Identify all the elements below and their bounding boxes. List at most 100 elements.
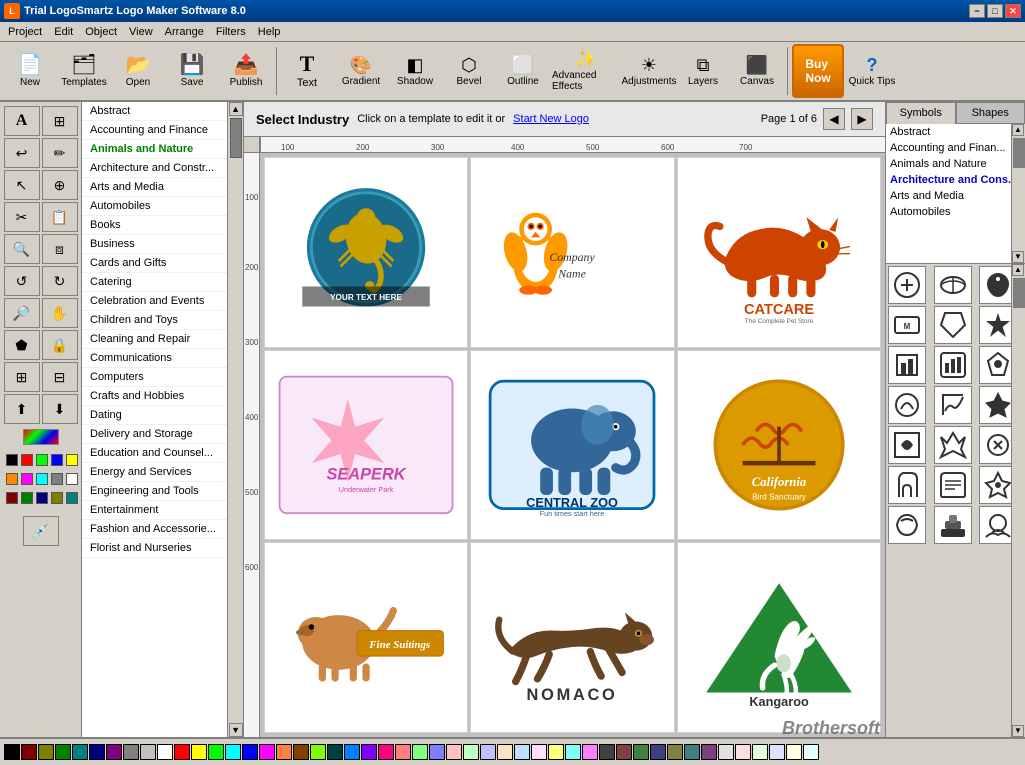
new-button[interactable]: 📄 New: [4, 44, 56, 98]
category-scrollbar[interactable]: ▲ ▼: [227, 102, 243, 737]
color-swatch[interactable]: [242, 744, 258, 760]
color-swatch[interactable]: [429, 744, 445, 760]
cat-fashion[interactable]: Fashion and Accessorie...: [82, 520, 227, 539]
paint-bucket-tool[interactable]: [4, 428, 78, 446]
logo-cell-1[interactable]: YOUR TEXT HERE: [264, 157, 468, 348]
scroll-down-btn[interactable]: ▼: [229, 723, 243, 737]
lock-tool[interactable]: 🔒: [42, 330, 78, 360]
mini-color-palette[interactable]: [4, 452, 78, 512]
minimize-btn[interactable]: −: [969, 4, 985, 18]
color-swatch[interactable]: [344, 744, 360, 760]
color-swatch[interactable]: [769, 744, 785, 760]
menu-help[interactable]: Help: [252, 24, 287, 40]
cat-catering[interactable]: Catering: [82, 273, 227, 292]
maximize-btn[interactable]: □: [987, 4, 1003, 18]
advanced-effects-button[interactable]: ✨ Advanced Effects: [551, 44, 621, 98]
color-swatch[interactable]: [4, 744, 20, 760]
cat-celebration[interactable]: Celebration and Events: [82, 292, 227, 311]
cat-energy[interactable]: Energy and Services: [82, 463, 227, 482]
zoom-in-tool[interactable]: 🔍: [4, 234, 40, 264]
right-cat-automobiles[interactable]: Automobiles: [886, 204, 1025, 220]
color-swatch[interactable]: [633, 744, 649, 760]
color-swatch[interactable]: [463, 744, 479, 760]
symbols-tab[interactable]: Symbols: [886, 102, 956, 124]
menu-edit[interactable]: Edit: [48, 24, 79, 40]
scroll-up-btn[interactable]: ▲: [229, 102, 243, 116]
logo-cell-8[interactable]: NOMACO: [470, 542, 674, 733]
color-swatch[interactable]: [599, 744, 615, 760]
cat-entertainment[interactable]: Entertainment: [82, 501, 227, 520]
color-swatch[interactable]: [803, 744, 819, 760]
logo-cell-6[interactable]: California Bird Sanctuary: [677, 350, 881, 541]
color-swatch[interactable]: [174, 744, 190, 760]
flip-tool[interactable]: ↻: [42, 266, 78, 296]
cat-automobiles[interactable]: Automobiles: [82, 197, 227, 216]
save-button[interactable]: 💾 Save: [166, 44, 218, 98]
cat-animals[interactable]: Animals and Nature: [82, 140, 227, 159]
sym-cell-19[interactable]: [888, 506, 926, 544]
copy-tool[interactable]: ⊕: [42, 170, 78, 200]
open-button[interactable]: 📂 Open: [112, 44, 164, 98]
sym-cell-13[interactable]: [888, 426, 926, 464]
color-swatch[interactable]: [259, 744, 275, 760]
sym-cell-17[interactable]: [934, 466, 972, 504]
color-swatch[interactable]: [667, 744, 683, 760]
color-swatch[interactable]: [480, 744, 496, 760]
cat-dating[interactable]: Dating: [82, 406, 227, 425]
move-up-tool[interactable]: ⬆: [4, 394, 40, 424]
sym-cell-1[interactable]: [888, 266, 926, 304]
outline-button[interactable]: ⬜ Outline: [497, 44, 549, 98]
color-swatch[interactable]: [650, 744, 666, 760]
right-cat-arts[interactable]: Arts and Media: [886, 188, 1025, 204]
color-swatch[interactable]: [123, 744, 139, 760]
color-swatch[interactable]: [140, 744, 156, 760]
zoom-out-tool[interactable]: 🔎: [4, 298, 40, 328]
move-down-tool[interactable]: ⬇: [42, 394, 78, 424]
color-swatch[interactable]: [582, 744, 598, 760]
color-swatch[interactable]: [684, 744, 700, 760]
color-swatch[interactable]: [378, 744, 394, 760]
logo-cell-2[interactable]: Company Name: [470, 157, 674, 348]
buy-now-button[interactable]: BuyNow: [792, 44, 844, 98]
cat-children[interactable]: Children and Toys: [82, 311, 227, 330]
sym-cell-8[interactable]: [934, 346, 972, 384]
menu-project[interactable]: Project: [2, 24, 48, 40]
cat-delivery[interactable]: Delivery and Storage: [82, 425, 227, 444]
cat-business[interactable]: Business: [82, 235, 227, 254]
right-cat-architecture[interactable]: Architecture and Cons...: [886, 172, 1025, 188]
prev-page-button[interactable]: ◀: [823, 108, 845, 130]
cat-florist[interactable]: Florist and Nurseries: [82, 539, 227, 558]
layer-tool[interactable]: ⧈: [42, 234, 78, 264]
logo-cell-9[interactable]: Kangaroo: [677, 542, 881, 733]
quick-tips-button[interactable]: ? Quick Tips: [846, 44, 898, 98]
cat-engineering[interactable]: Engineering and Tools: [82, 482, 227, 501]
cat-communications[interactable]: Communications: [82, 349, 227, 368]
cat-computers[interactable]: Computers: [82, 368, 227, 387]
sym-cell-2[interactable]: [934, 266, 972, 304]
menu-arrange[interactable]: Arrange: [159, 24, 210, 40]
color-swatch[interactable]: [293, 744, 309, 760]
color-swatch[interactable]: [208, 744, 224, 760]
sym-cell-4[interactable]: M: [888, 306, 926, 344]
grid-tool[interactable]: ⊟: [42, 362, 78, 392]
color-swatch[interactable]: [446, 744, 462, 760]
templates-button[interactable]: 🗂 Templates: [58, 44, 110, 98]
color-swatch[interactable]: [531, 744, 547, 760]
color-swatch[interactable]: [565, 744, 581, 760]
color-swatch[interactable]: [157, 744, 173, 760]
shadow-button[interactable]: ◧ Shadow: [389, 44, 441, 98]
color-swatch[interactable]: [310, 744, 326, 760]
bevel-button[interactable]: ⬡ Bevel: [443, 44, 495, 98]
color-swatch[interactable]: [106, 744, 122, 760]
logo-cell-3[interactable]: CATCARE The Complete Pet Store: [677, 157, 881, 348]
color-swatch[interactable]: [616, 744, 632, 760]
canvas-button[interactable]: ⬛ Canvas: [731, 44, 783, 98]
hand-tool[interactable]: ✋: [42, 298, 78, 328]
adjustments-button[interactable]: ☀ Adjustments: [623, 44, 675, 98]
cat-architecture[interactable]: Architecture and Constr...: [82, 159, 227, 178]
shapes-tab[interactable]: Shapes: [956, 102, 1025, 124]
type-tool[interactable]: A: [4, 106, 40, 136]
close-btn[interactable]: ✕: [1005, 4, 1021, 18]
sym-cell-11[interactable]: [934, 386, 972, 424]
cat-abstract[interactable]: Abstract: [82, 102, 227, 121]
